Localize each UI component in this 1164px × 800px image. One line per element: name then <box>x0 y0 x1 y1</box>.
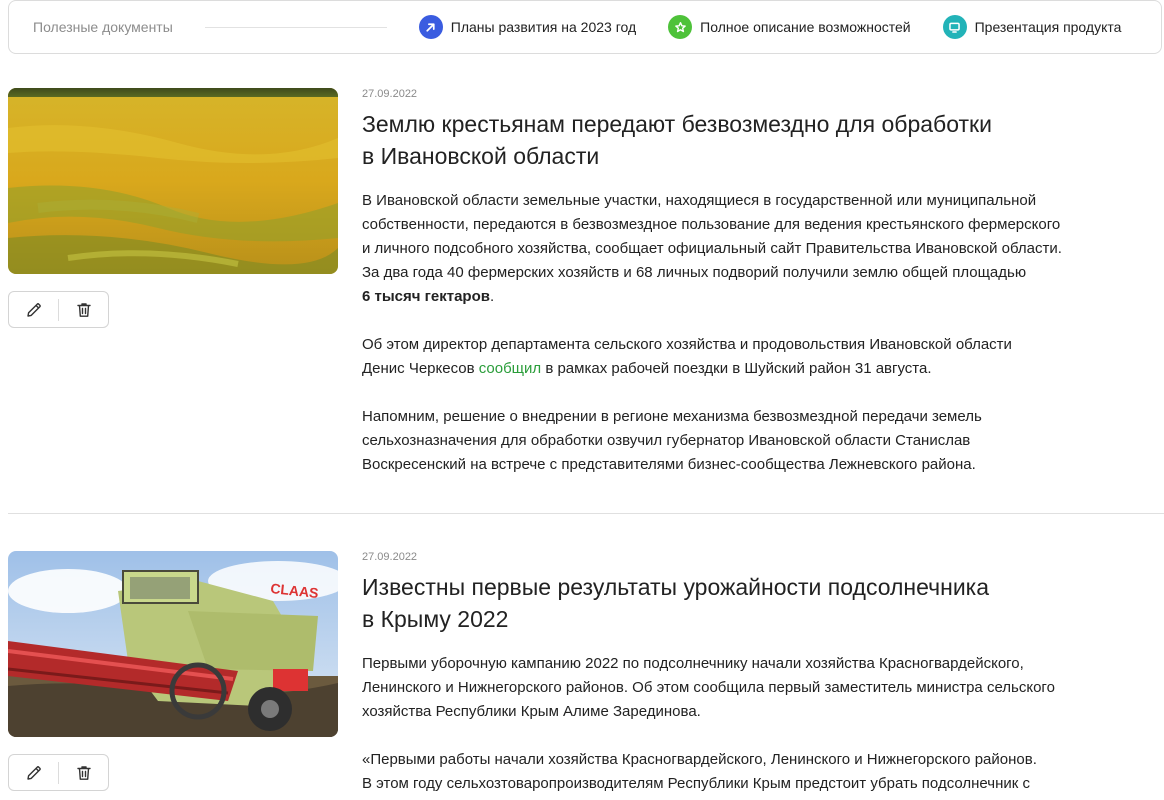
paragraph-line: За два года 40 фермерских хозяйств и 68 … <box>362 264 1027 281</box>
text-span: в рамках рабочей поездки в Шуйский район… <box>541 360 932 377</box>
article-paragraph: Первыми уборочную кампанию 2022 по подсо… <box>362 652 1162 724</box>
paragraph-line: Напомним, решение о внедрении в регионе … <box>362 408 982 425</box>
monitor-icon <box>942 15 967 39</box>
delete-button[interactable] <box>59 755 108 790</box>
pencil-icon <box>26 302 41 317</box>
docbar-divider <box>204 26 387 28</box>
paragraph-line: Первыми уборочную кампанию 2022 по подсо… <box>362 655 1024 672</box>
article-title-line: Землю крестьянам передают безвозмездно д… <box>362 111 992 137</box>
trash-icon <box>76 765 91 780</box>
article-title[interactable]: Землю крестьянам передают безвозмездно д… <box>362 108 1162 172</box>
article-paragraph: Об этом директор департамента сельского … <box>362 333 1162 381</box>
doc-link-development-plans[interactable]: Планы развития на 2023 год <box>418 15 637 39</box>
paragraph-line: В этом году сельхозтоваропроизводителям … <box>362 775 1030 792</box>
doc-link-label: Презентация продукта <box>974 19 1122 35</box>
paragraph-line: «Первыми работы начали хозяйства Красног… <box>362 751 1037 768</box>
article-actions <box>8 291 109 328</box>
bold-text: 6 тысяч гектаров <box>362 288 490 305</box>
doc-link-label: Планы развития на 2023 год <box>450 19 637 35</box>
doc-link-label: Полное описание возможностей <box>700 19 911 35</box>
reported-link[interactable]: сообщил <box>479 360 541 377</box>
article-image-wheat-field <box>8 88 338 274</box>
paragraph-line: собственности, передаются в безвозмездно… <box>362 216 1061 233</box>
period: . <box>489 288 495 305</box>
edit-button[interactable] <box>9 292 58 327</box>
article-content: 27.09.2022 Землю крестьянам передают без… <box>362 88 1162 477</box>
trash-icon <box>76 302 91 317</box>
paragraph-line: Воскресенский на встрече с представителя… <box>362 456 976 473</box>
paragraph-line: сельхозназначения для обработки озвучил … <box>362 432 971 449</box>
paragraph-line: Ленинского и Нижнегорского районов. Об э… <box>362 679 1055 696</box>
useful-documents-bar: Полезные документы Планы развития на 202… <box>8 0 1162 54</box>
article-title-line: Известны первые результаты урожайности п… <box>362 574 990 600</box>
pencil-icon <box>26 765 41 780</box>
paragraph-line: Денис Черкесов сообщил в рамках рабочей … <box>362 357 1162 381</box>
article-date: 27.09.2022 <box>362 551 418 563</box>
article-paragraph: Напомним, решение о внедрении в регионе … <box>362 405 1162 477</box>
text-span: Денис Черкесов <box>362 360 479 377</box>
paragraph-line: и личного подсобного хозяйства, сообщает… <box>362 240 1062 257</box>
arrow-up-right-icon <box>418 15 443 39</box>
article-title-line: в Крыму 2022 <box>362 606 509 632</box>
doc-link-product-presentation[interactable]: Презентация продукта <box>942 15 1122 39</box>
article-title[interactable]: Известны первые результаты урожайности п… <box>362 571 1162 635</box>
article-divider <box>8 513 1164 514</box>
article-date: 27.09.2022 <box>362 88 418 100</box>
delete-button[interactable] <box>59 292 108 327</box>
paragraph-line: хозяйства Республики Крым Алиме Заредино… <box>362 703 701 720</box>
article-paragraph: В Ивановской области земельные участки, … <box>362 189 1162 309</box>
paragraph-line: 6 тысяч гектаров. <box>362 285 1162 309</box>
article-title-line: в Ивановской области <box>362 143 600 169</box>
useful-documents-title: Полезные документы <box>33 19 173 35</box>
edit-button[interactable] <box>9 755 58 790</box>
article-actions <box>8 754 109 791</box>
article-content: 27.09.2022 Известны первые результаты ур… <box>362 551 1162 796</box>
article-paragraph: «Первыми работы начали хозяйства Красног… <box>362 748 1162 796</box>
doc-link-full-description[interactable]: Полное описание возможностей <box>668 15 911 39</box>
star-icon <box>668 15 693 39</box>
paragraph-line: В Ивановской области земельные участки, … <box>362 192 1037 209</box>
paragraph-line: Об этом директор департамента сельского … <box>362 336 1012 353</box>
article-image-combine-harvester: CLAAS <box>8 551 338 737</box>
